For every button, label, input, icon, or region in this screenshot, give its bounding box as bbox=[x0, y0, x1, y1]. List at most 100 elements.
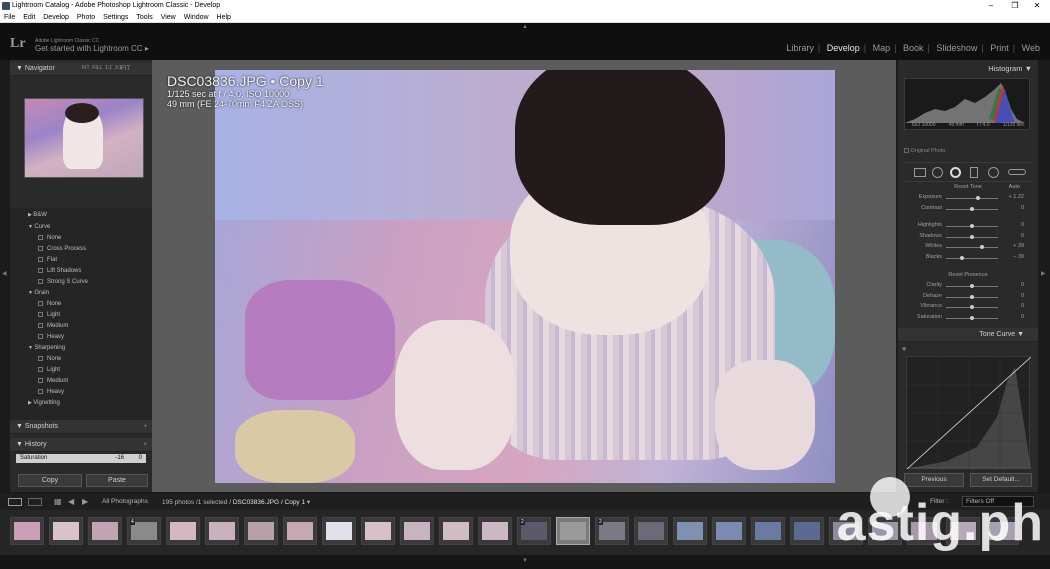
slider-track[interactable] bbox=[946, 206, 998, 211]
copy-button[interactable]: Copy bbox=[18, 474, 82, 487]
reset-presence-label[interactable]: Reset Presence bbox=[898, 272, 1038, 278]
filmstrip-thumbnail[interactable]: 2 bbox=[517, 517, 551, 545]
slider-thumb[interactable] bbox=[970, 305, 974, 309]
set-default-button[interactable]: Set Default... bbox=[970, 473, 1032, 487]
slider-value[interactable]: 0 bbox=[1002, 303, 1024, 309]
forward-arrow-icon[interactable]: ▶ bbox=[82, 497, 88, 506]
minimize-button[interactable]: – bbox=[980, 0, 1002, 12]
slider-thumb[interactable] bbox=[970, 315, 974, 320]
filmstrip-thumbnail[interactable] bbox=[400, 517, 434, 545]
menu-view[interactable]: View bbox=[161, 14, 176, 21]
menu-tools[interactable]: Tools bbox=[136, 14, 152, 21]
module-slideshow[interactable]: Slideshow bbox=[936, 43, 977, 53]
zoom-fit[interactable]: FIT bbox=[121, 62, 130, 76]
history-item[interactable]: Saturation -16 0 bbox=[16, 454, 146, 463]
filmstrip-thumbnail[interactable] bbox=[634, 517, 668, 545]
graduated-filter-icon[interactable] bbox=[970, 167, 978, 178]
slider-track[interactable] bbox=[946, 294, 998, 299]
slider-value[interactable]: + 39 bbox=[1002, 243, 1024, 249]
slider-value[interactable]: 0 bbox=[1002, 314, 1024, 320]
left-panel-collapse-icon[interactable]: ◀ bbox=[2, 270, 7, 277]
auto-tone-button[interactable]: Auto bbox=[1009, 184, 1020, 190]
menu-photo[interactable]: Photo bbox=[77, 14, 95, 21]
module-library[interactable]: Library bbox=[786, 43, 814, 53]
add-snapshot-button[interactable]: + bbox=[143, 420, 147, 434]
preset-item[interactable]: None bbox=[38, 299, 61, 309]
get-started-link[interactable]: Get started with Lightroom CC ▸ bbox=[35, 44, 149, 53]
preset-item[interactable]: Medium bbox=[38, 376, 68, 386]
slider-value[interactable]: 0 bbox=[1002, 233, 1024, 239]
filmstrip-thumbnail[interactable] bbox=[751, 517, 785, 545]
filmstrip-thumbnail[interactable]: 4 bbox=[127, 517, 161, 545]
crop-tool-icon[interactable] bbox=[914, 168, 926, 177]
close-button[interactable]: ✕ bbox=[1026, 0, 1048, 12]
filmstrip-thumbnail[interactable] bbox=[244, 517, 278, 545]
preset-item[interactable]: Heavy bbox=[38, 387, 64, 397]
slider-thumb[interactable] bbox=[970, 206, 974, 211]
back-arrow-icon[interactable]: ◀ bbox=[68, 497, 74, 506]
menu-settings[interactable]: Settings bbox=[103, 14, 128, 21]
main-photo[interactable] bbox=[215, 70, 835, 483]
slider-thumb[interactable] bbox=[970, 294, 974, 299]
preset-item[interactable]: Cross Process bbox=[38, 244, 86, 254]
preset-folder[interactable]: ▶ B&W bbox=[28, 210, 47, 220]
slider-thumb[interactable] bbox=[976, 196, 981, 200]
radial-filter-icon[interactable] bbox=[988, 167, 999, 178]
slider-value[interactable]: 0 bbox=[1002, 222, 1024, 228]
top-panel-collapse-icon[interactable]: ▲ bbox=[522, 24, 528, 30]
zoom-fit-option[interactable]: FIT bbox=[82, 65, 90, 71]
preset-item[interactable]: Strong S Curve bbox=[38, 277, 88, 287]
preset-folder[interactable]: ▼ Curve bbox=[28, 222, 50, 232]
right-panel-collapse-icon[interactable]: ▶ bbox=[1041, 270, 1046, 277]
slider-thumb[interactable] bbox=[980, 245, 985, 249]
filmstrip-thumbnail[interactable] bbox=[439, 517, 473, 545]
slider-track[interactable] bbox=[946, 234, 998, 239]
menu-help[interactable]: Help bbox=[217, 14, 231, 21]
preset-item[interactable]: Light bbox=[38, 310, 60, 320]
history-header[interactable]: ▼ History × bbox=[10, 438, 152, 452]
maximize-button[interactable]: ❐ bbox=[1004, 0, 1026, 12]
preset-folder[interactable]: ▼ Grain bbox=[28, 288, 49, 298]
adjustment-brush-icon[interactable] bbox=[1008, 169, 1026, 175]
preset-item[interactable]: Medium bbox=[38, 321, 68, 331]
snapshots-header[interactable]: ▼ Snapshots + bbox=[10, 420, 152, 434]
menu-develop[interactable]: Develop bbox=[43, 14, 69, 21]
filmstrip-thumbnail[interactable] bbox=[88, 517, 122, 545]
navigator-header[interactable]: ▼ Navigator FIT bbox=[10, 62, 152, 76]
filmstrip-thumbnail[interactable] bbox=[790, 517, 824, 545]
menu-file[interactable]: File bbox=[4, 14, 15, 21]
tone-curve-header[interactable]: Tone Curve ▼ bbox=[898, 328, 1038, 342]
histogram-header[interactable]: Histogram ▼ bbox=[988, 64, 1032, 73]
filmstrip-thumbnail[interactable] bbox=[205, 517, 239, 545]
slider-track[interactable] bbox=[946, 224, 998, 228]
spot-removal-icon[interactable] bbox=[932, 167, 943, 178]
module-web[interactable]: Web bbox=[1022, 43, 1040, 53]
second-window-icon[interactable] bbox=[28, 498, 42, 506]
slider-track[interactable] bbox=[946, 284, 998, 288]
zoom-3to1-option[interactable]: 3:1 bbox=[115, 65, 122, 71]
target-adjust-icon[interactable]: ◉ bbox=[902, 346, 906, 352]
clear-history-button[interactable]: × bbox=[143, 438, 147, 452]
slider-value[interactable]: 0 bbox=[1002, 205, 1024, 211]
red-eye-icon[interactable] bbox=[950, 167, 961, 178]
filmstrip-thumbnail[interactable] bbox=[283, 517, 317, 545]
preset-item[interactable]: Flat bbox=[38, 255, 57, 265]
zoom-1to1-option[interactable]: 1:1 bbox=[105, 65, 112, 71]
slider-thumb[interactable] bbox=[970, 224, 974, 228]
filmstrip-thumbnail[interactable] bbox=[10, 517, 44, 545]
filmstrip-thumbnail[interactable] bbox=[322, 517, 356, 545]
filmstrip-thumbnail[interactable] bbox=[556, 517, 590, 545]
slider-thumb[interactable] bbox=[970, 284, 974, 288]
slider-value[interactable]: 0 bbox=[1002, 293, 1024, 299]
slider-thumb[interactable] bbox=[970, 234, 974, 239]
filmstrip-thumbnail[interactable] bbox=[166, 517, 200, 545]
module-map[interactable]: Map bbox=[873, 43, 891, 53]
previous-button[interactable]: Previous bbox=[904, 473, 964, 487]
original-photo-toggle[interactable]: Original Photo bbox=[904, 148, 945, 154]
histogram[interactable]: ISO 10000 49 mm f / 4.0 1/125 sec bbox=[904, 78, 1030, 130]
source-label[interactable]: All Photographs bbox=[102, 498, 148, 505]
current-file[interactable]: DSC03836.JPG / Copy 1 bbox=[233, 499, 305, 506]
preset-folder[interactable]: ▶ Vignetting bbox=[28, 398, 60, 408]
filmstrip-thumbnail[interactable] bbox=[712, 517, 746, 545]
filmstrip-thumbnail[interactable] bbox=[478, 517, 512, 545]
